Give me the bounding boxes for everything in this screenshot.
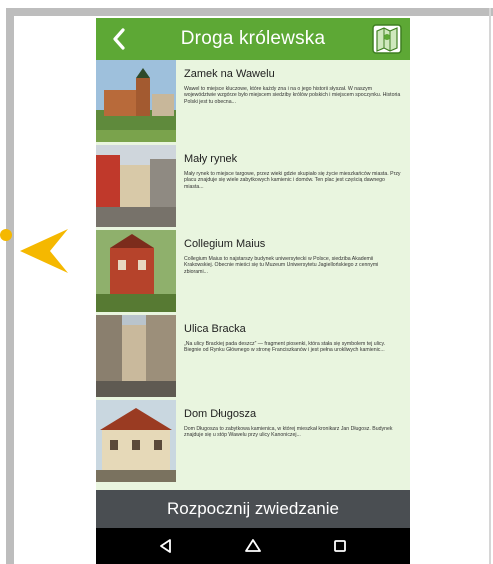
list-item[interactable]: Dom Długosza Dom Długosza to zabytkowa k…: [96, 400, 410, 482]
place-title: Mały rynek: [184, 153, 238, 165]
frame-top-border: [6, 8, 493, 16]
pointer-dot: [0, 229, 12, 241]
home-icon: [245, 539, 261, 552]
back-triangle-icon: [160, 539, 171, 553]
place-title: Dom Długosza: [184, 408, 257, 420]
back-button[interactable]: [104, 24, 134, 54]
places-list[interactable]: Zamek na Wawelu Wawel to miejsce kluczow…: [96, 60, 410, 490]
nav-recents-button[interactable]: [310, 528, 370, 564]
pointer-arrow-icon: [20, 229, 68, 273]
frame-right-border: [489, 8, 491, 564]
place-description: „Na ulicy Brackiej pada deszcz” — fragme…: [184, 341, 386, 354]
place-photo: [96, 315, 176, 397]
list-item[interactable]: Ulica Bracka „Na ulicy Brackiej pada des…: [96, 315, 410, 397]
place-photo: [96, 145, 176, 227]
chevron-left-icon: [113, 28, 125, 50]
list-item[interactable]: Mały rynek Mały rynek to miejsce targowe…: [96, 145, 410, 227]
nav-home-button[interactable]: [223, 528, 283, 564]
recents-square-icon: [334, 540, 346, 552]
top-bar: Droga królewska: [96, 18, 410, 60]
android-nav-bar: [96, 528, 410, 564]
start-tour-button[interactable]: Rozpocznij zwiedzanie: [96, 490, 410, 528]
place-title: Collegium Maius: [184, 238, 266, 250]
list-item[interactable]: Zamek na Wawelu Wawel to miejsce kluczow…: [96, 60, 410, 142]
place-description: Dom Długosza to zabytkowa kamienica, w k…: [184, 426, 393, 439]
page-title: Droga królewska: [180, 28, 326, 49]
place-photo: [96, 60, 176, 142]
nav-back-button[interactable]: [136, 528, 196, 564]
place-title: Zamek na Wawelu: [184, 68, 275, 80]
place-description: Collegium Maius to najstarszy budynek un…: [184, 256, 379, 275]
phone-screen: Droga królewska Zamek na Wawelu Wawel to…: [96, 18, 410, 564]
place-photo: [96, 400, 176, 482]
list-item[interactable]: Collegium Maius Collegium Maius to najst…: [96, 230, 410, 312]
place-description: Mały rynek to miejsce targowe, przez wie…: [184, 171, 401, 190]
map-icon: [372, 24, 402, 54]
place-title: Ulica Bracka: [184, 323, 246, 335]
place-photo: [96, 230, 176, 312]
place-description: Wawel to miejsce kluczowe, które każdy z…: [184, 86, 401, 105]
map-button[interactable]: [370, 22, 404, 56]
frame-left-border: [6, 8, 14, 564]
